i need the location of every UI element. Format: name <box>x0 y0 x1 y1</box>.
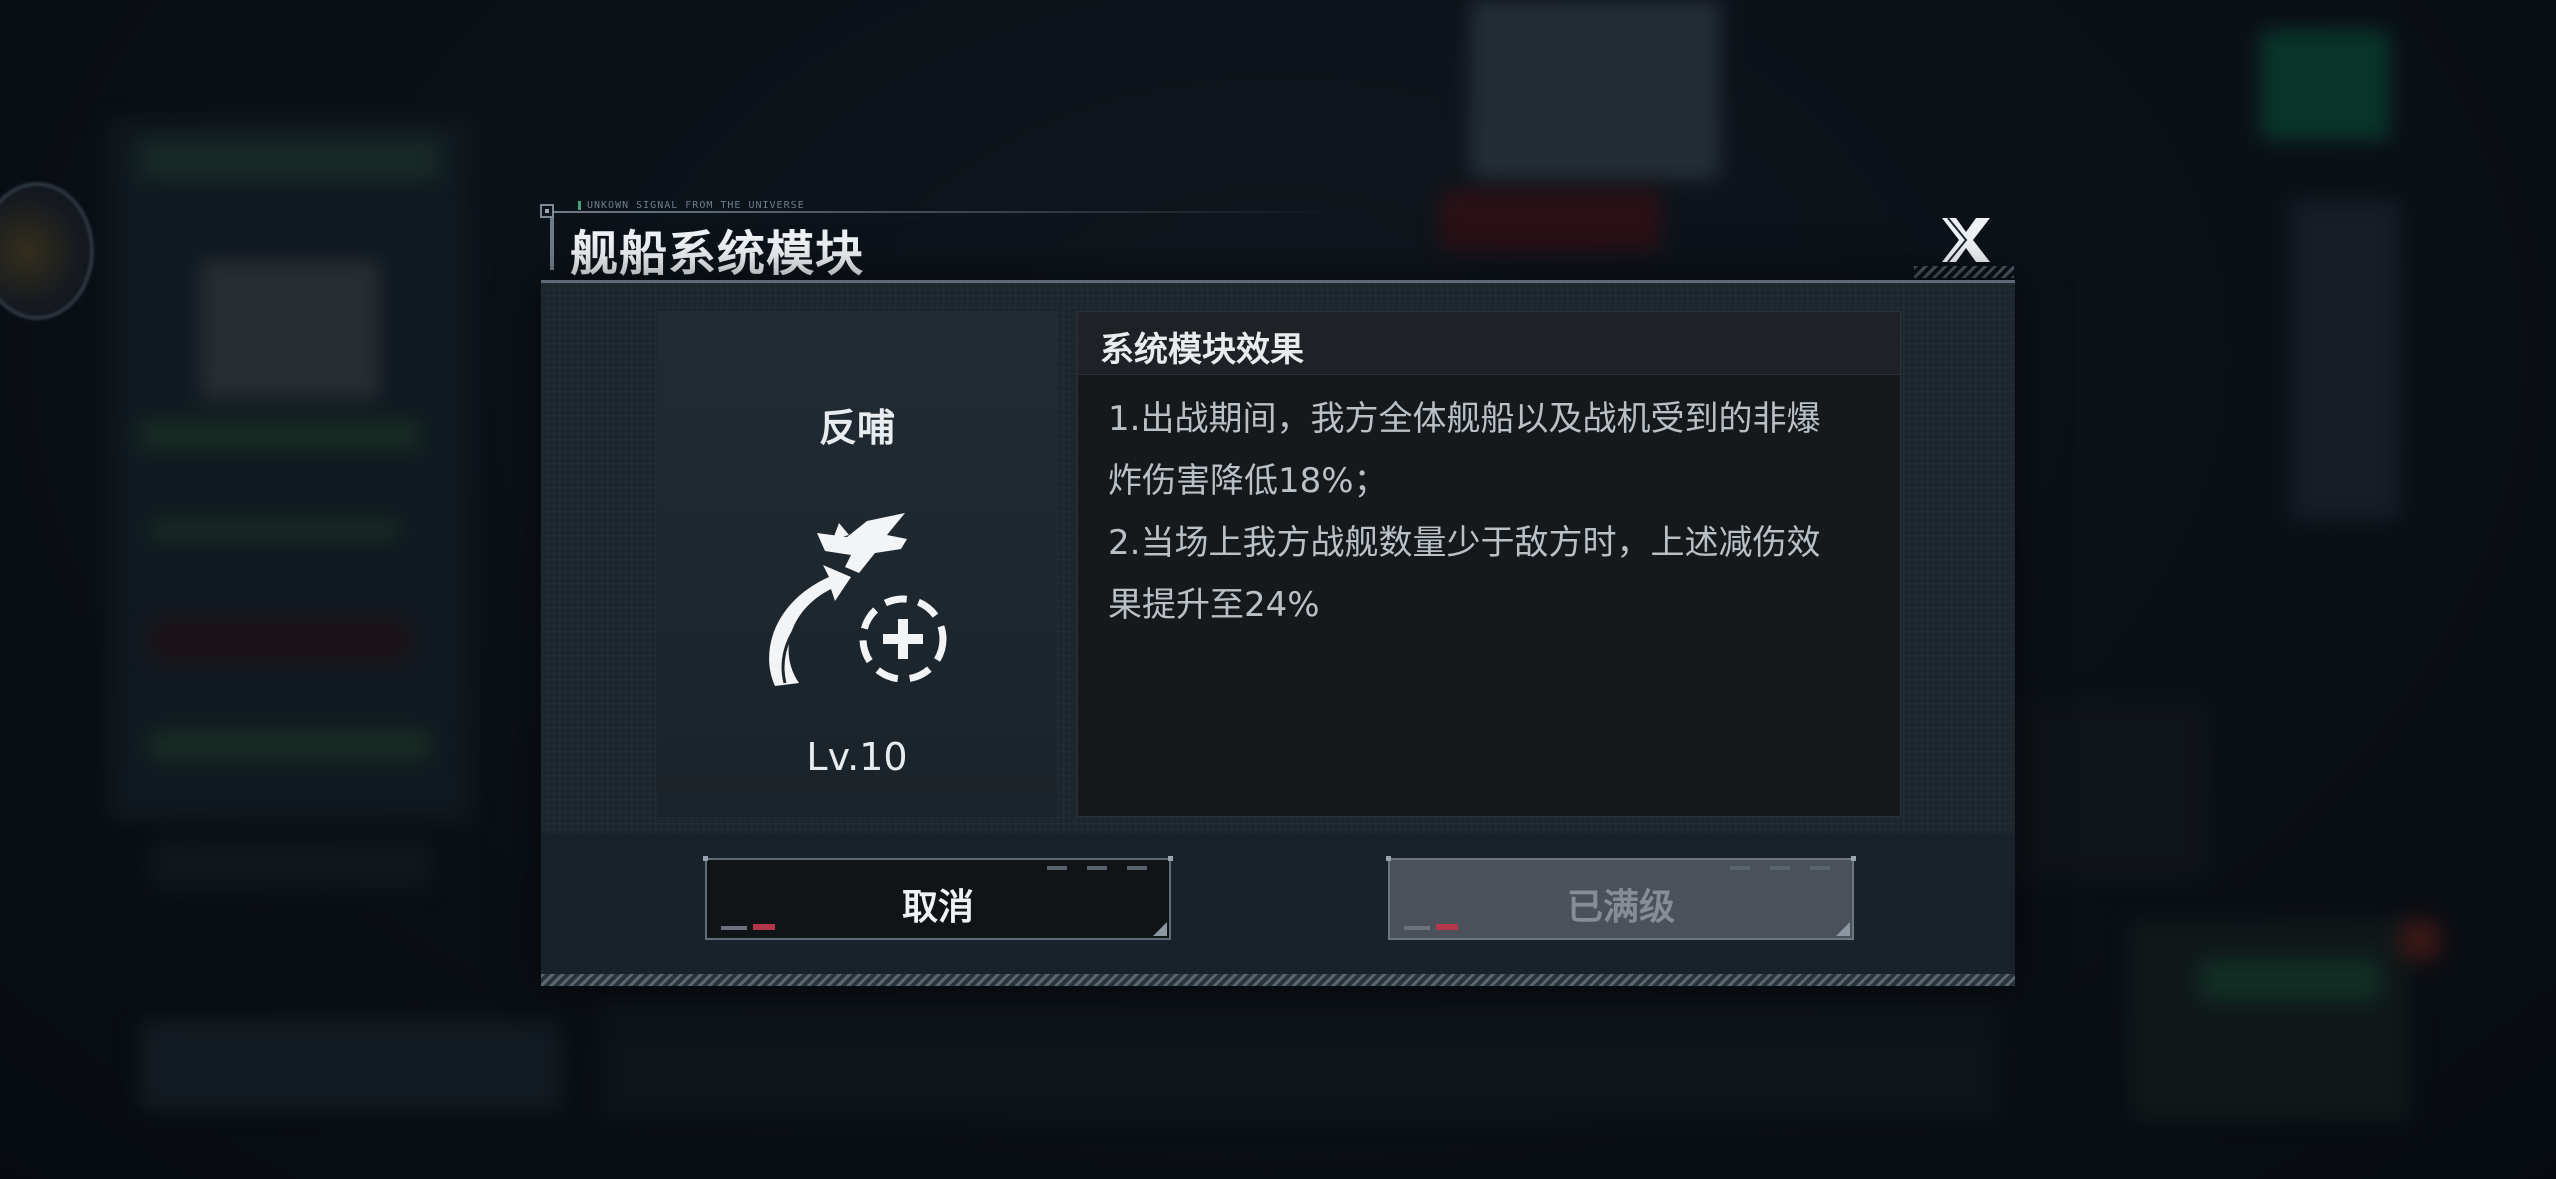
close-x-icon <box>1942 217 1990 263</box>
effect-line: 2.当场上我方战舰数量少于敌方时，上述减伤效果提升至24% <box>1108 523 1821 625</box>
cancel-label: 取消 <box>901 887 974 928</box>
max-level-label: 已满级 <box>1566 887 1675 928</box>
effect-title: 系统模块效果 <box>1100 330 1304 370</box>
corner-dot <box>1386 856 1391 861</box>
button-tag-red <box>1436 924 1458 930</box>
button-tag-red <box>753 924 775 930</box>
dialog-title: 舰船系统模块 <box>570 226 865 282</box>
dialog-header: UNKOWN SIGNAL FROM THE UNIVERSE 舰船系统模块 <box>540 196 2016 282</box>
fighter-reinforce-icon <box>755 501 955 691</box>
signal-caption: UNKOWN SIGNAL FROM THE UNIVERSE <box>578 200 805 211</box>
max-level-button[interactable]: 已满级 <box>1386 856 1856 940</box>
module-panel: 反哺 Lv.10 <box>657 311 1057 817</box>
module-level: Lv.10 <box>806 735 908 779</box>
corner-dot <box>703 856 708 861</box>
cancel-button[interactable]: 取消 <box>703 856 1173 940</box>
effect-line: 1.出战期间，我方全体舰船以及战机受到的非爆炸伤害降低18%； <box>1108 399 1821 501</box>
close-button[interactable] <box>1936 210 1996 270</box>
module-name: 反哺 <box>818 406 895 450</box>
button-corner <box>1836 922 1850 936</box>
effect-header: 系统模块效果 <box>1078 312 1900 375</box>
effect-panel: 系统模块效果 1.出战期间，我方全体舰船以及战机受到的非爆炸伤害降低18%； 2… <box>1077 311 1901 817</box>
header-accent <box>550 218 554 270</box>
header-line <box>554 211 1334 213</box>
corner-dot <box>1851 856 1856 861</box>
button-corner <box>1153 922 1167 936</box>
corner-mark <box>540 204 554 218</box>
effect-description: 1.出战期间，我方全体舰船以及战机受到的非爆炸伤害降低18%； 2.当场上我方战… <box>1108 388 1848 636</box>
corner-dot <box>1168 856 1173 861</box>
footer-hatch <box>541 974 2015 986</box>
button-decoration <box>1730 866 1840 870</box>
button-tag <box>1404 926 1430 930</box>
button-decoration <box>1047 866 1157 870</box>
system-module-dialog: 反哺 Lv.10 系统模块效果 1.出战期间，我方全体舰船以及战机受到的非爆炸伤… <box>541 280 2015 986</box>
button-tag <box>721 926 747 930</box>
